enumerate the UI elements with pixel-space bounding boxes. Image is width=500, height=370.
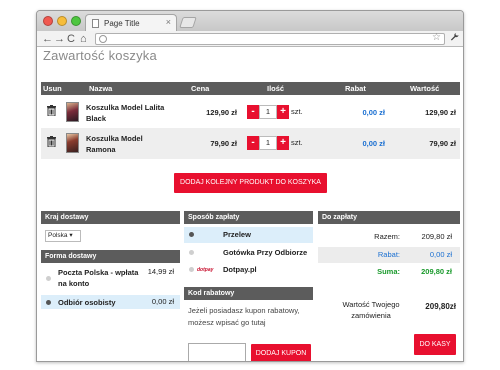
header-discount: Rabat — [345, 84, 366, 93]
summary-row: Razem: 209,80 zł — [318, 229, 460, 245]
product-thumbnail[interactable] — [66, 133, 79, 153]
decrease-button[interactable]: - — [247, 136, 259, 150]
radio-button[interactable] — [189, 267, 194, 272]
cart-table-header: Usun Nazwa Cena Ilość Rabat Wartość — [41, 82, 460, 95]
payment-option[interactable]: Przelew — [184, 227, 313, 243]
new-tab-button[interactable] — [179, 17, 197, 28]
header-value: Wartość — [410, 84, 440, 93]
radio-button[interactable] — [189, 232, 194, 237]
coupon-input[interactable] — [188, 343, 246, 361]
increase-button[interactable]: + — [277, 105, 289, 119]
forward-icon[interactable]: → — [54, 33, 65, 45]
close-window-button[interactable] — [43, 16, 53, 26]
add-product-button[interactable]: DODAJ KOLEJNY PRODUKT DO KOSZYKA — [174, 173, 327, 193]
payment-option-label: Dotpay.pl — [223, 265, 257, 274]
summary-value: 209,80 zł — [421, 232, 452, 241]
payment-option[interactable]: Gotówka Przy Odbiorze — [184, 245, 313, 261]
country-header: Kraj dostawy — [41, 211, 180, 224]
product-price: 79,90 zł — [210, 139, 237, 148]
table-row: Koszulka Model Ramona 79,90 zł - 1 + szt… — [41, 128, 460, 159]
quantity-input[interactable]: 1 — [259, 136, 277, 150]
chevron-down-icon: ▾ — [69, 232, 73, 239]
summary-header: Do zapłaty — [318, 211, 460, 224]
payment-option-label: Przelew — [223, 230, 251, 239]
payment-header: Sposób zapłaty — [184, 211, 313, 224]
radio-button[interactable] — [189, 250, 194, 255]
header-name: Nazwa — [89, 84, 113, 93]
summary-row: Rabat: 0,00 zł — [318, 247, 460, 263]
product-value: 129,90 zł — [425, 108, 456, 117]
add-coupon-button[interactable]: DODAJ KUPON — [251, 344, 311, 361]
shipping-option-label: Poczta Polska - wpłata na konto — [58, 268, 139, 288]
summary-label: Razem: — [374, 232, 400, 241]
summary-value: 209,80 zł — [421, 267, 452, 276]
page-info-icon — [99, 35, 107, 43]
order-total-label: Wartość Twojego zamówienia — [342, 300, 400, 320]
home-icon[interactable]: ⌂ — [80, 33, 87, 45]
product-discount: 0,00 zł — [362, 108, 385, 117]
decrease-button[interactable]: - — [247, 105, 259, 119]
back-icon[interactable]: ← — [42, 33, 53, 45]
header-qty: Ilość — [267, 84, 285, 93]
header-remove: Usun — [43, 84, 62, 93]
shipping-option-label: Odbiór osobisty — [58, 298, 116, 307]
zoom-window-button[interactable] — [71, 16, 81, 26]
trash-icon[interactable] — [47, 136, 56, 149]
order-total-value: 209,80zł — [425, 302, 456, 311]
product-name[interactable]: Koszulka Model Lalita Black — [86, 102, 172, 124]
radio-button[interactable] — [46, 276, 51, 281]
tab-close-icon[interactable]: × — [166, 17, 171, 27]
product-discount: 0,00 zł — [362, 139, 385, 148]
payment-option[interactable]: dotpay Dotpay.pl — [184, 262, 313, 278]
product-value: 79,90 zł — [429, 139, 456, 148]
document-icon — [92, 18, 99, 28]
tab-bar: Page Title × — [37, 11, 463, 31]
quantity-stepper: - 1 + — [247, 105, 289, 119]
header-price: Cena — [191, 84, 210, 93]
country-select[interactable]: Polska ▾ — [45, 230, 81, 242]
increase-button[interactable]: + — [277, 136, 289, 150]
wrench-icon[interactable] — [450, 32, 459, 44]
reload-icon[interactable]: C — [67, 33, 75, 45]
checkout-button[interactable]: DO KASY — [414, 334, 456, 355]
coupon-description: Jeżeli posiadasz kupon rabatowy, możesz … — [188, 306, 300, 327]
quantity-unit: szt. — [291, 138, 303, 147]
minimize-window-button[interactable] — [57, 16, 67, 26]
quantity-input[interactable]: 1 — [259, 105, 277, 119]
table-row: Koszulka Model Lalita Black 129,90 zł - … — [41, 97, 460, 128]
quantity-unit: szt. — [291, 107, 303, 116]
product-price: 129,90 zł — [206, 108, 237, 117]
product-thumbnail[interactable] — [66, 102, 79, 122]
page-content: Zawartość koszyka Usun Nazwa Cena Ilość … — [37, 47, 463, 361]
bookmark-star-icon[interactable]: ☆ — [432, 32, 441, 43]
address-bar[interactable]: ☆ — [95, 32, 445, 45]
quantity-stepper: - 1 + — [247, 136, 289, 150]
page-title: Zawartość koszyka — [43, 48, 157, 63]
dotpay-logo-icon: dotpay — [197, 267, 214, 273]
shipping-option[interactable]: Poczta Polska - wpłata na konto 14,99 zł — [41, 265, 180, 293]
payment-option-label: Gotówka Przy Odbiorze — [223, 248, 308, 257]
product-name[interactable]: Koszulka Model Ramona — [86, 133, 172, 155]
browser-tab[interactable]: Page Title × — [85, 14, 177, 31]
summary-label: Rabat: — [377, 250, 400, 259]
summary-value: 0,00 zł — [429, 250, 452, 259]
trash-icon[interactable] — [47, 105, 56, 118]
shipping-form-header: Forma dostawy — [41, 250, 180, 263]
browser-toolbar: ← → C ⌂ ☆ — [37, 31, 463, 47]
window-controls — [43, 16, 81, 26]
shipping-option[interactable]: Odbiór osobisty 0,00 zł — [41, 295, 180, 309]
browser-window: Page Title × ← → C ⌂ ☆ Zawartość koszyka… — [36, 10, 464, 362]
country-value: Polska — [48, 232, 68, 239]
summary-label: Suma: — [377, 267, 400, 276]
coupon-header: Kod rabatowy — [184, 287, 313, 300]
summary-row: Suma: 209,80 zł — [318, 264, 460, 280]
shipping-option-price: 14,99 zł — [147, 267, 174, 276]
tab-title: Page Title — [104, 18, 140, 28]
shipping-option-price: 0,00 zł — [151, 297, 174, 306]
radio-button[interactable] — [46, 300, 51, 305]
